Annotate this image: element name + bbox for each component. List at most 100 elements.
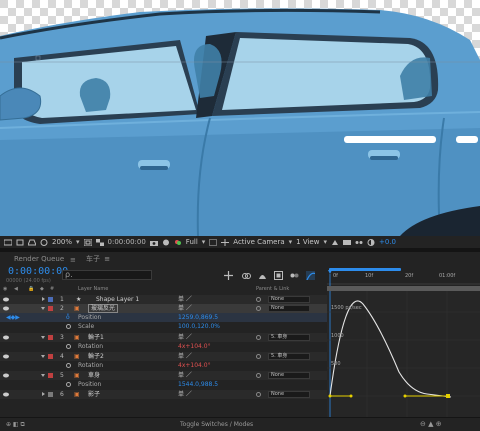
frame-blending-icon[interactable] [274,271,283,280]
graph-editor-icon[interactable] [306,271,315,280]
current-time-display[interactable]: 0:00:00:00 [8,266,68,277]
guides-icon[interactable] [16,239,24,246]
layer-name[interactable]: 玻璃反光 [88,304,119,313]
label-color-swatch[interactable] [48,354,53,359]
3d-ground-icon[interactable] [27,239,37,246]
label-color-swatch[interactable] [48,392,53,397]
visibility-eye-icon[interactable] [3,335,9,340]
visibility-eye-icon[interactable] [3,354,9,359]
layer-name[interactable]: 輪子2 [88,352,104,361]
speed-graph-curve[interactable] [329,300,452,398]
label-color-swatch[interactable] [48,297,53,302]
resolution-dropdown[interactable]: Full [186,238,198,246]
tab-menu-icon[interactable]: ≡ [104,255,110,263]
keyframe-handle[interactable] [328,394,332,398]
parent-link-column[interactable]: Parent & Link [256,286,289,292]
tab-comp[interactable]: 车子 ≡ [86,254,110,264]
exposure-value[interactable]: +0.0 [379,238,396,246]
composition-viewer[interactable] [0,0,480,236]
comp-mini-flowchart-icon[interactable] [224,271,233,280]
draft-3d-icon[interactable] [242,271,251,280]
stopwatch-icon[interactable] [66,363,71,368]
share-view-icon[interactable] [331,239,339,246]
visibility-eye-icon[interactable] [3,373,9,378]
flowchart-icon[interactable] [355,239,363,246]
parent-pickwhip-icon[interactable] [256,373,261,378]
property-value[interactable]: 4x+104.0° [178,361,211,370]
layer-switches[interactable]: 单 ／ [178,295,192,304]
motion-blur-icon[interactable] [290,271,299,280]
exposure-icon[interactable] [367,238,375,246]
property-value[interactable]: 100.0,120.0% [178,322,220,331]
layer-switches[interactable]: 单 ／ [178,371,192,380]
layer-row-5[interactable]: 5 ▣ 車身 单 ／ None [0,371,327,380]
layer-switches[interactable]: 单 ／ [178,352,192,361]
collapse-arrow-icon[interactable] [41,374,45,377]
camera-icon[interactable] [149,239,158,246]
parent-dropdown[interactable]: 5. 車身 [268,353,310,360]
layer-name[interactable]: 影子 [88,390,100,399]
visibility-eye-icon[interactable] [3,306,9,311]
parent-pickwhip-icon[interactable] [256,306,261,311]
toggle-switches-modes-button[interactable]: Toggle Switches / Modes [180,421,253,428]
collapse-arrow-icon[interactable] [41,307,45,310]
transparency-grid-icon[interactable] [95,238,104,246]
parent-pickwhip-icon[interactable] [256,354,261,359]
layer-row-1[interactable]: 1 ★ Shape Layer 1 单 ／ None [0,295,327,304]
layer-search-input[interactable]: ρ. [62,270,152,280]
property-row-position[interactable]: ◀◆▶ ỗ Position 1259.0,869.5 [0,313,327,322]
camera-dropdown[interactable]: Active Camera [233,238,284,246]
parent-pickwhip-icon[interactable] [256,392,261,397]
layer-name[interactable]: Shape Layer 1 [96,295,139,304]
collapse-arrow-icon[interactable] [41,336,45,339]
panel-icons[interactable]: ⊕ ◧ ⧉ [6,421,25,429]
stopwatch-icon[interactable]: ỗ [66,313,70,322]
fast-preview-icon[interactable] [342,239,351,246]
property-row-rotation[interactable]: Rotation 4x+104.0° [0,342,327,351]
keyframe-handle[interactable] [446,394,450,398]
channel-icon[interactable] [162,239,170,246]
stopwatch-icon[interactable] [66,382,71,387]
zoom-dropdown[interactable]: 200% [52,238,72,246]
safe-margins-icon[interactable] [83,238,93,246]
property-row-scale[interactable]: Scale 100.0,120.0% [0,322,327,331]
layer-switches[interactable]: 单 ／ [178,333,192,342]
property-row-position[interactable]: Position 1544.0,988.5 [0,380,327,389]
color-channel-icon[interactable] [174,239,182,246]
property-value[interactable]: 4x+104.0° [178,342,211,351]
layer-row-2[interactable]: 2 ▣ 玻璃反光 单 ／ None [0,304,327,313]
visibility-eye-icon[interactable] [3,297,9,302]
work-area-bar[interactable] [329,268,401,271]
label-color-swatch[interactable] [48,335,53,340]
view-layout-dropdown[interactable]: 1 View [296,238,319,246]
layer-name[interactable]: 車身 [88,371,100,380]
layer-name[interactable]: 輪子1 [88,333,104,342]
parent-pickwhip-icon[interactable] [256,297,261,302]
parent-dropdown[interactable]: 5. 車身 [268,334,310,341]
layer-row-6[interactable]: 6 ▣ 影子 单 ／ None [0,390,327,399]
mask-visibility-icon[interactable] [40,238,48,246]
region-of-interest-icon[interactable] [209,238,218,246]
timecode-label[interactable]: 0:00:00:00 [108,238,146,246]
parent-dropdown[interactable]: None [268,391,310,398]
keyframe-handle[interactable] [403,394,407,398]
tab-render-queue[interactable]: Render Queue [14,254,64,264]
graph-editor[interactable]: 0f 10f 20f 01:00f 1500 px/sec 1000 500 [327,264,480,417]
layer-row-4[interactable]: 4 ▣ 輪子2 单 ／ 5. 車身 [0,352,327,361]
keyframe-handle[interactable] [349,394,353,398]
parent-pickwhip-icon[interactable] [256,335,261,340]
stopwatch-icon[interactable] [66,324,71,329]
shy-layers-icon[interactable] [258,271,267,280]
label-color-swatch[interactable] [48,373,53,378]
visibility-eye-icon[interactable] [3,392,9,397]
parent-dropdown[interactable]: None [268,305,310,312]
expand-arrow-icon[interactable] [42,297,45,301]
expand-arrow-icon[interactable] [42,392,45,396]
property-row-rotation[interactable]: Rotation 4x+104.0° [0,361,327,370]
keyframe-nav-icon[interactable]: ◀◆▶ [6,313,20,322]
property-value[interactable]: 1259.0,869.5 [178,313,218,322]
parent-dropdown[interactable]: None [268,296,310,303]
layer-row-3[interactable]: 3 ▣ 輪子1 单 ／ 5. 車身 [0,333,327,342]
layer-switches[interactable]: 单 ／ [178,390,192,399]
layer-name-column[interactable]: Layer Name [78,286,108,292]
